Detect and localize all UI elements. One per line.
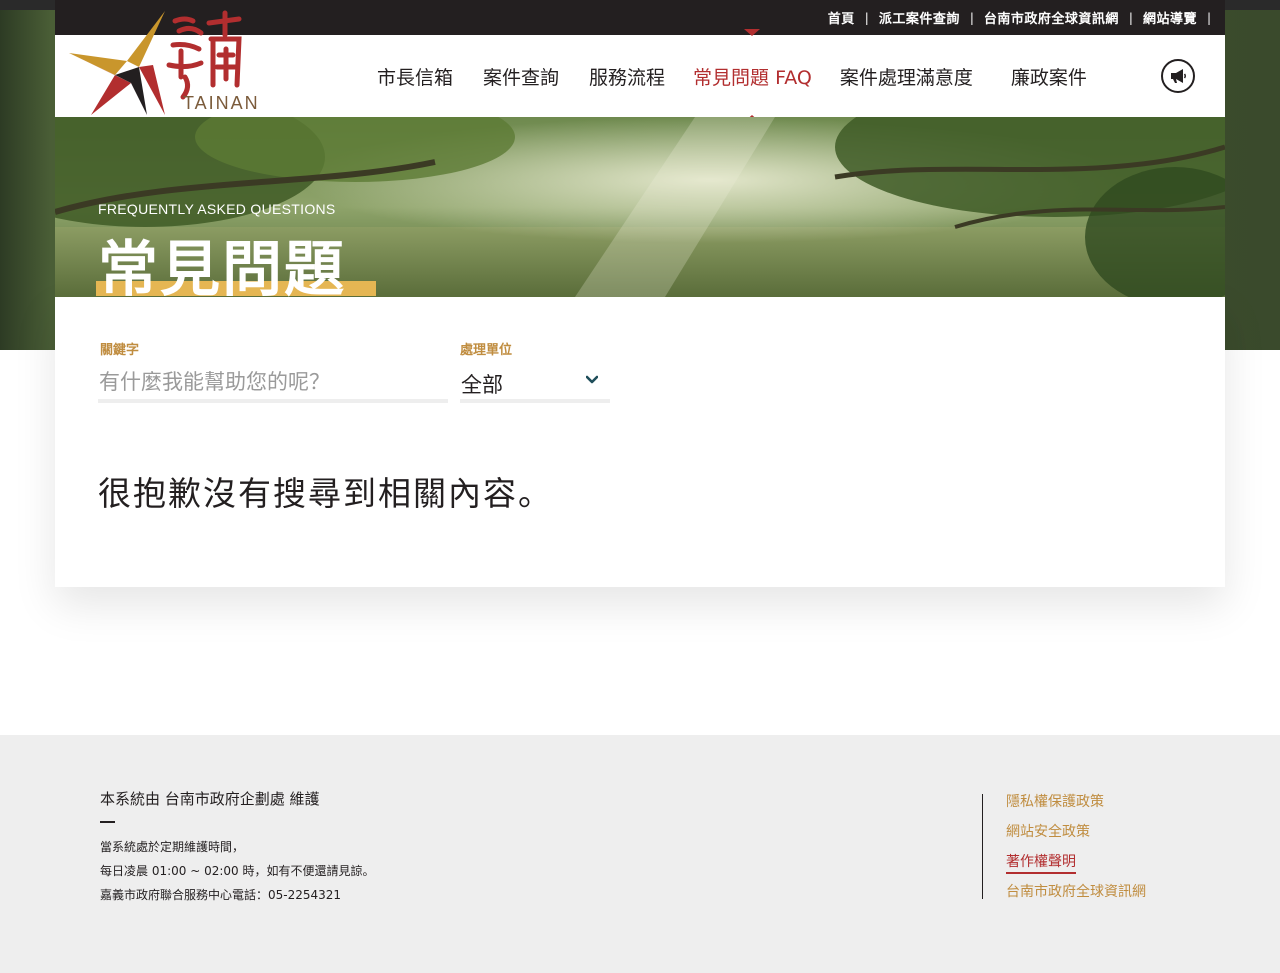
chevron-down-icon bbox=[586, 375, 598, 384]
nav-item-case-query[interactable]: 案件查詢 bbox=[483, 63, 559, 90]
unit-select[interactable]: 全部 bbox=[460, 365, 610, 403]
banner-subtitle: FREQUENTLY ASKED QUESTIONS bbox=[98, 201, 336, 217]
unit-label: 處理單位 bbox=[460, 343, 513, 358]
footer-maintainer: 本系統由 台南市政府企劃處 維護 bbox=[100, 790, 320, 808]
topbar-separator: | bbox=[969, 10, 974, 25]
nav-item-service-process[interactable]: 服務流程 bbox=[589, 63, 665, 90]
no-results-message: 很抱歉沒有搜尋到相關內容。 bbox=[98, 474, 553, 513]
keyword-label: 關鍵字 bbox=[100, 343, 140, 358]
nav-item-faq[interactable]: 常見問題 FAQ bbox=[693, 28, 812, 122]
announcement-button[interactable] bbox=[1161, 59, 1195, 93]
logo-text: TAINAN bbox=[183, 93, 260, 113]
bullhorn-icon bbox=[1171, 69, 1186, 83]
footer-contact-line: 嘉義市政府聯合服務中心電話：05-2254321 bbox=[100, 888, 342, 902]
primary-nav: 市長信箱 案件查詢 服務流程 常見問題 FAQ 案件處理滿意度 廉政案件 bbox=[377, 28, 1087, 122]
site-footer: 本系統由 台南市政府企劃處 維護 當系統處於定期維護時間， 每日凌晨 01:00… bbox=[0, 735, 1280, 973]
topbar-separator: | bbox=[1128, 10, 1133, 25]
topbar-separator: | bbox=[864, 10, 869, 25]
topbar-link-sitemap[interactable]: 網站導覽 bbox=[1143, 8, 1197, 27]
unit-select-value: 全部 bbox=[461, 373, 503, 397]
nav-item-satisfaction[interactable]: 案件處理滿意度 bbox=[840, 63, 973, 90]
footer-divider-dash bbox=[100, 821, 115, 823]
topbar-link-home[interactable]: 首頁 bbox=[828, 8, 855, 27]
page-container: 首頁 | 派工案件查詢 | 台南市政府全球資訊網 | 網站導覽 | TAINAN bbox=[55, 0, 1225, 577]
footer-link-security[interactable]: 網站安全政策 bbox=[1006, 821, 1090, 841]
footer-note-line: 每日凌晨 01:00 ~ 02:00 時，如有不便還請見諒。 bbox=[100, 864, 375, 878]
topbar-separator: | bbox=[1206, 10, 1211, 25]
nav-item-mayor-mailbox[interactable]: 市長信箱 bbox=[377, 63, 453, 90]
page-banner: FREQUENTLY ASKED QUESTIONS 常見問題 bbox=[55, 117, 1225, 297]
footer-link-copyright[interactable]: 著作權聲明 bbox=[1006, 851, 1076, 874]
page-title: 常見問題 bbox=[98, 235, 346, 297]
nav-item-integrity-cases[interactable]: 廉政案件 bbox=[1011, 63, 1087, 90]
keyword-search-input[interactable] bbox=[98, 365, 448, 403]
topbar-link-city-portal[interactable]: 台南市政府全球資訊網 bbox=[984, 8, 1119, 27]
tainan-logo[interactable]: TAINAN bbox=[69, 5, 259, 117]
main-navbar: TAINAN 市長信箱 案件查詢 服務流程 常見問題 FAQ 案件處理滿意度 廉… bbox=[55, 10, 1225, 122]
footer-vertical-divider bbox=[982, 794, 983, 899]
footer-note-line: 當系統處於定期維護時間， bbox=[100, 840, 245, 854]
topbar-link-case-query[interactable]: 派工案件查詢 bbox=[879, 8, 960, 27]
search-panel: 關鍵字 處理單位 全部 很抱歉沒有搜尋到相關內容。 bbox=[55, 297, 1225, 577]
footer-link-privacy[interactable]: 隱私權保護政策 bbox=[1006, 791, 1104, 811]
footer-link-city-portal[interactable]: 台南市政府全球資訊網 bbox=[1006, 881, 1146, 901]
